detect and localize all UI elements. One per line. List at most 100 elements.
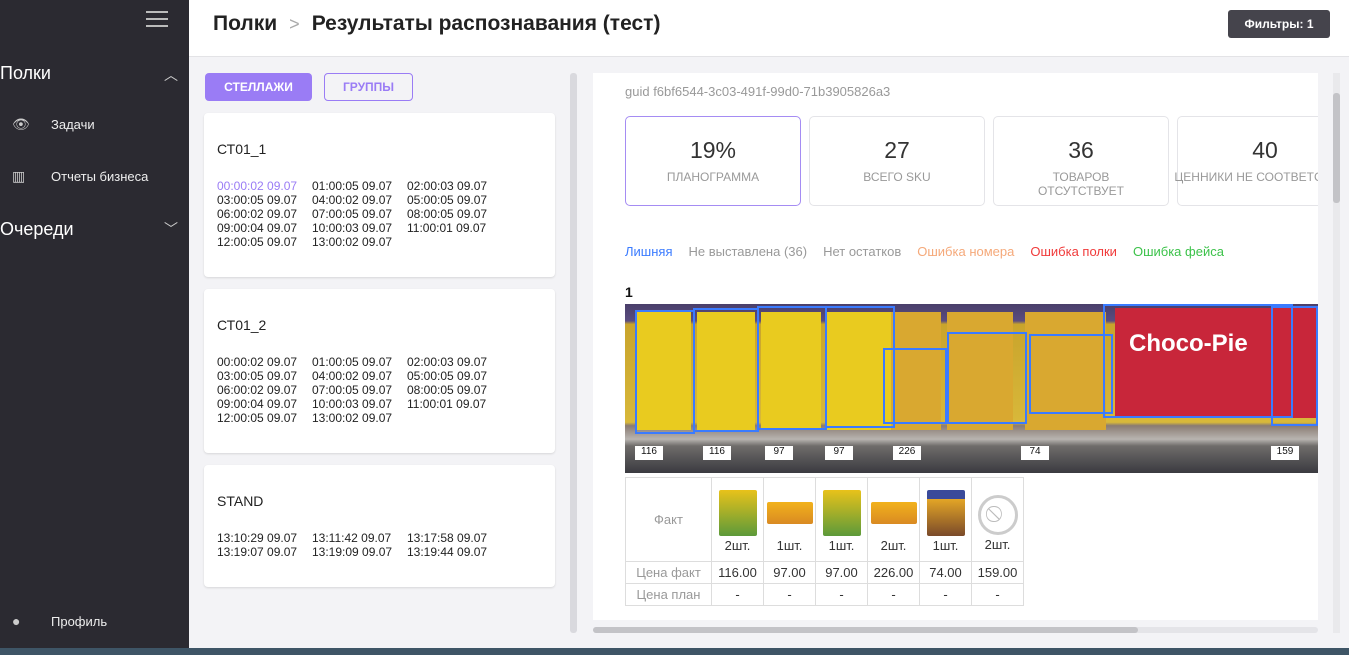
timestamp-link[interactable]: 12:00:05 09.07 — [217, 235, 312, 249]
timestamp-link[interactable]: 08:00:05 09.07 — [407, 383, 502, 397]
scrollbar-thumb[interactable] — [593, 627, 1138, 633]
timestamp-link[interactable]: 02:00:03 09.07 — [407, 179, 502, 193]
left-scrollbar[interactable] — [570, 73, 577, 633]
timestamp-link[interactable]: 13:10:29 09.07 — [217, 531, 312, 545]
stat-missing[interactable]: 36 ТОВАРОВ ОТСУТСТВУЕТ — [993, 116, 1169, 206]
legend-item[interactable]: Ошибка фейса — [1133, 244, 1224, 259]
plan-price: - — [971, 583, 1024, 606]
product-cell[interactable]: 2шт. — [867, 477, 920, 562]
shelf-photo[interactable]: Choco-Pie 116 116 97 97 226 74 159 — [625, 304, 1318, 473]
timestamp-link[interactable]: 01:00:05 09.07 — [312, 179, 407, 193]
right-scrollbar[interactable] — [1333, 73, 1340, 633]
detection-box[interactable] — [635, 310, 695, 434]
fact-price: 97.00 — [763, 561, 816, 584]
plan-price: - — [919, 583, 972, 606]
timestamp-link[interactable]: 01:00:05 09.07 — [312, 355, 407, 369]
timestamp-link[interactable]: 05:00:05 09.07 — [407, 193, 502, 207]
timestamp-link[interactable]: 13:00:02 09.07 — [312, 235, 407, 249]
timestamp-link[interactable]: 12:00:05 09.07 — [217, 411, 312, 425]
timestamp-link[interactable]: 08:00:05 09.07 — [407, 207, 502, 221]
detection-box[interactable] — [757, 306, 827, 430]
price-tag: 116 — [635, 446, 663, 460]
legend-item[interactable]: Нет остатков — [823, 244, 901, 259]
stat-planogram[interactable]: 19% ПЛАНОГРАММА — [625, 116, 801, 206]
product-image — [926, 490, 965, 536]
timestamp-link[interactable]: 04:00:02 09.07 — [312, 369, 407, 383]
stat-label: ЦЕННИКИ НЕ СООТВЕТСТВУЮТ — [1174, 170, 1318, 184]
timestamp-link[interactable]: 02:00:03 09.07 — [407, 355, 502, 369]
rack-card[interactable]: СТ01_2 00:00:02 09.07 01:00:05 09.07 02:00:… — [204, 289, 555, 453]
timestamp-link[interactable]: 03:00:05 09.07 — [217, 369, 312, 383]
timestamp-link[interactable]: 09:00:04 09.07 — [217, 397, 312, 411]
timestamp-link[interactable]: 13:19:44 09.07 — [407, 545, 502, 559]
product-image — [766, 502, 813, 524]
sidebar-item-reports[interactable]: ▥ Отчеты бизнеса — [0, 162, 189, 192]
header: Полки > Результаты распознавания (тест) Фи… — [189, 0, 1349, 57]
legend-item[interactable]: Не выставлена (36) — [688, 244, 807, 259]
stat-total-sku[interactable]: 27 ВСЕГО SKU — [809, 116, 985, 206]
horizontal-scrollbar[interactable] — [593, 627, 1318, 633]
timestamp-link[interactable]: 13:19:07 09.07 — [217, 545, 312, 559]
stat-label: ПЛАНОГРАММА — [666, 170, 760, 184]
timestamp-link[interactable]: 06:00:02 09.07 — [217, 383, 312, 397]
breadcrumb: Полки > Результаты распознавания (тест) — [213, 12, 660, 36]
stat-value: 19% — [689, 137, 737, 163]
breadcrumb-shelves[interactable]: Полки — [213, 12, 277, 35]
quantity: 2шт. — [880, 538, 907, 553]
rack-name: СТ01_2 — [217, 317, 267, 333]
detection-box[interactable] — [947, 332, 1027, 424]
timestamp-link[interactable]: 13:00:02 09.07 — [312, 411, 407, 425]
scrollbar-thumb[interactable] — [1333, 93, 1340, 203]
timestamp-link[interactable]: 11:00:01 09.07 — [407, 221, 502, 235]
detection-box[interactable] — [883, 348, 947, 424]
legend-item[interactable]: Лишняя — [625, 244, 672, 259]
stat-price-tags[interactable]: 40 ЦЕННИКИ НЕ СООТВЕТСТВУЮТ — [1174, 116, 1318, 206]
timestamp-link[interactable]: 07:00:05 09.07 — [312, 207, 407, 221]
timestamp-link[interactable]: 00:00:02 09.07 — [217, 179, 312, 193]
filters-button[interactable]: Фильтры: 1 — [1228, 10, 1330, 38]
timestamp-link[interactable]: 10:00:03 09.07 — [312, 397, 407, 411]
tab-groups[interactable]: ГРУППЫ — [324, 73, 413, 101]
rack-card[interactable]: STAND 13:10:29 09.07 13:11:42 09.07 13:17:5… — [204, 465, 555, 587]
sidebar-item-profile[interactable]: ● Профиль — [0, 607, 189, 637]
detection-box[interactable] — [1271, 306, 1318, 426]
chevron-right-icon: > — [289, 14, 300, 34]
detection-box[interactable] — [1029, 334, 1113, 414]
timestamp-link[interactable]: 13:11:42 09.07 — [312, 531, 407, 545]
timestamp-link[interactable]: 07:00:05 09.07 — [312, 383, 407, 397]
sidebar-item-tasks[interactable]: 👁 Задачи — [0, 110, 189, 140]
detection-box[interactable] — [693, 308, 759, 432]
timestamp-link[interactable]: 09:00:04 09.07 — [217, 221, 312, 235]
chevron-down-icon[interactable]: ﹀ — [164, 219, 178, 239]
price-tag: 116 — [703, 446, 731, 460]
sidebar-section-shelves[interactable]: Полки — [0, 63, 51, 84]
timestamp-link[interactable]: 03:00:05 09.07 — [217, 193, 312, 207]
rack-card[interactable]: СТ01_1 00:00:02 09.07 01:00:05 09.07 02:00:… — [204, 113, 555, 277]
timestamp-link[interactable]: 00:00:02 09.07 — [217, 355, 312, 369]
timestamp-link[interactable]: 06:00:02 09.07 — [217, 207, 312, 221]
product-cell[interactable]: 1шт. — [919, 477, 972, 562]
timestamp-link[interactable]: 04:00:02 09.07 — [312, 193, 407, 207]
legend-item[interactable]: Ошибка полки — [1030, 244, 1117, 259]
product-cell[interactable]: 1шт. — [763, 477, 816, 562]
sidebar-section-queues[interactable]: Очереди — [0, 219, 74, 240]
plan-price: - — [867, 583, 920, 606]
taskbar — [0, 648, 1349, 655]
timestamp-link[interactable]: 05:00:05 09.07 — [407, 369, 502, 383]
timestamp-link[interactable]: 13:17:58 09.07 — [407, 531, 502, 545]
product-cell[interactable]: 2шт. — [711, 477, 764, 562]
fact-price: 97.00 — [815, 561, 868, 584]
detection-box[interactable] — [1103, 304, 1293, 418]
user-icon: ● — [12, 613, 21, 629]
row-label: Цена факт — [625, 561, 712, 584]
tab-racks[interactable]: СТЕЛЛАЖИ — [205, 73, 312, 101]
timestamp-link[interactable]: 13:19:09 09.07 — [312, 545, 407, 559]
chevron-up-icon[interactable]: ︿ — [164, 65, 178, 85]
timestamp-link[interactable]: 11:00:01 09.07 — [407, 397, 502, 411]
legend-item[interactable]: Ошибка номера — [917, 244, 1014, 259]
timestamp-link[interactable]: 10:00:03 09.07 — [312, 221, 407, 235]
product-cell[interactable]: ⃠ 2шт. — [971, 477, 1024, 562]
price-tag: 226 — [893, 446, 921, 460]
product-cell[interactable]: 1шт. — [815, 477, 868, 562]
menu-icon[interactable] — [146, 11, 168, 27]
